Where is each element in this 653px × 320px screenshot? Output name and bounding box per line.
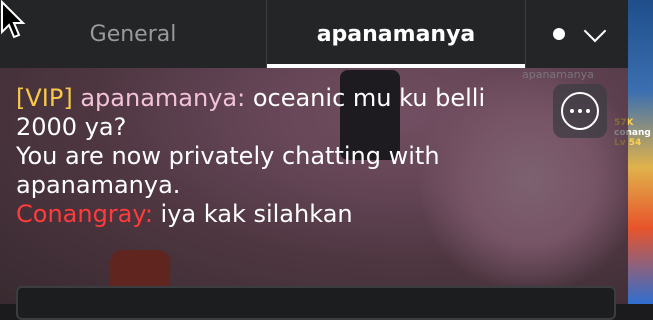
message-area[interactable]: [VIP] apanamanya: oceanic mu ku belli 20…: [0, 68, 628, 304]
sender-name[interactable]: Conangray:: [16, 200, 153, 228]
chat-bubble-button[interactable]: [553, 84, 607, 138]
dot-icon: [553, 28, 565, 40]
chat-window: General apanamanya [VIP] apanamanya: oce…: [0, 0, 628, 320]
mouse-cursor-icon: [0, 0, 26, 39]
chat-message: Conangray: iya kak silahkan: [16, 200, 516, 229]
tab-general[interactable]: General: [0, 0, 266, 68]
tab-private-label: apanamanya: [316, 21, 476, 47]
chat-message: [VIP] apanamanya: oceanic mu ku belli 20…: [16, 84, 516, 142]
message-list: [VIP] apanamanya: oceanic mu ku belli 20…: [16, 84, 516, 229]
chat-bubble-icon: [561, 92, 599, 130]
tab-general-label: General: [89, 21, 177, 47]
vip-tag: [VIP]: [16, 84, 73, 112]
message-text: iya kak silahkan: [152, 200, 353, 228]
chat-input[interactable]: [16, 286, 616, 320]
sender-name[interactable]: apanamanya:: [80, 84, 245, 112]
tab-private-apanamanya[interactable]: apanamanya: [266, 0, 526, 68]
side-character-strip: [628, 0, 653, 304]
system-message: You are now privately chatting with apan…: [16, 142, 440, 199]
tab-menu-button[interactable]: [528, 0, 628, 68]
chevron-down-icon: [583, 19, 607, 43]
chat-tab-bar: General apanamanya: [0, 0, 628, 68]
